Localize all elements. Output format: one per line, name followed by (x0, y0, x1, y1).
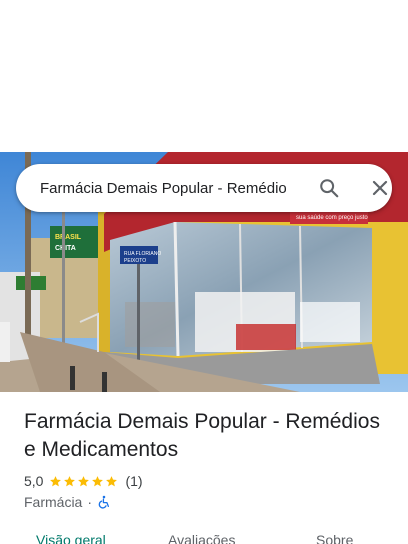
category-row: Farmácia · (24, 493, 111, 511)
star-icon (106, 475, 118, 486)
rating-value: 5,0 (24, 473, 44, 489)
tab-overview[interactable]: Visão geral (36, 532, 106, 544)
separator-dot: · (87, 494, 93, 510)
star-icon (50, 475, 62, 486)
street-sign-2: PEIXOTO (124, 258, 146, 264)
star-rating (49, 475, 119, 488)
close-icon[interactable] (370, 178, 390, 198)
star-icon (64, 475, 76, 486)
tab-bar: Visão geral Avaliações Sobre (0, 530, 408, 544)
search-input[interactable]: Farmácia Demais Popular - Remédios e Med… (40, 180, 286, 197)
tab-about[interactable]: Sobre (316, 532, 353, 544)
star-icon (78, 475, 90, 486)
star-icon (92, 475, 104, 486)
search-bar[interactable]: Farmácia Demais Popular - Remédios e Med… (16, 164, 392, 212)
rating-row[interactable]: 5,0 (1) (24, 472, 143, 490)
storefront-sign: sua saúde com preço justo (296, 215, 368, 221)
tab-reviews[interactable]: Avaliações (168, 532, 235, 544)
street-sign-1: RUA FLORIANO (124, 251, 161, 257)
wheelchair-icon[interactable] (97, 495, 111, 509)
map-blank-area (0, 0, 408, 152)
category-label: Farmácia (24, 494, 83, 510)
billboard-text-2: CHITA (55, 245, 76, 252)
review-count[interactable]: (1) (125, 473, 142, 489)
search-icon[interactable] (318, 177, 340, 199)
place-title: Farmácia Demais Popular - Remédios e Med… (24, 410, 380, 461)
billboard-text-1: BRASIL (55, 234, 82, 241)
